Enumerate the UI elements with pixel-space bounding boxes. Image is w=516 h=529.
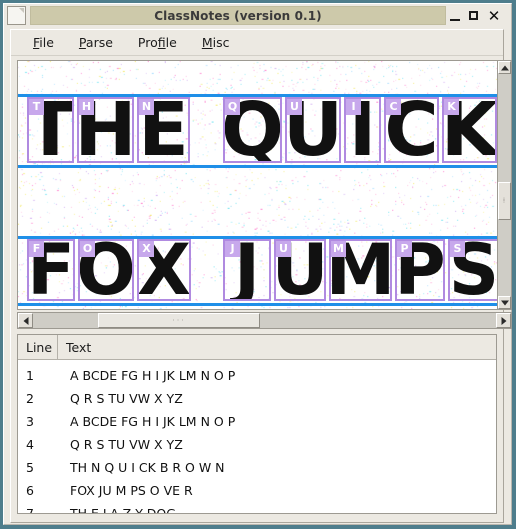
vertical-scrollbar-thumb[interactable]: ⁞ — [498, 182, 511, 220]
cell-line-number: 2 — [26, 391, 34, 406]
glyph-recognition-label: X — [139, 241, 154, 257]
cell-line-number: 4 — [26, 437, 34, 452]
image-horizontal-scrollbar[interactable]: ··· — [17, 312, 512, 329]
cell-recognized-text: TH N Q U I CK B R O W N — [70, 460, 225, 475]
application-window: ClassNotes (version 0.1) ✕ File Parse Pr… — [0, 0, 516, 529]
scroll-right-arrow-button[interactable] — [496, 313, 511, 328]
scroll-up-arrow-button[interactable] — [498, 61, 511, 74]
menu-item-misc[interactable]: Misc — [194, 32, 238, 53]
column-header-line[interactable]: Line — [18, 335, 58, 359]
cell-recognized-text: A BCDE FG H I JK LM N O P — [70, 414, 236, 429]
glyph-bounding-box[interactable]: CC — [384, 97, 439, 163]
cell-recognized-text: TH E LA Z Y DOG — [70, 506, 176, 514]
glyph-recognition-label: U — [287, 99, 302, 115]
scroll-left-arrow-icon — [23, 316, 28, 325]
glyph-bounding-box[interactable]: UU — [274, 239, 326, 301]
close-button[interactable]: ✕ — [487, 8, 501, 23]
cell-line-number: 3 — [26, 414, 34, 429]
menu-label-profile-a: Pro — [137, 35, 158, 50]
cell-line-number: 6 — [26, 483, 34, 498]
glyph-recognition-label: O — [80, 241, 95, 257]
scroll-left-arrow-button[interactable] — [18, 313, 33, 328]
glyph-bounding-box[interactable]: OO — [78, 239, 134, 301]
title-bar[interactable]: ClassNotes (version 0.1) ✕ — [5, 5, 507, 26]
text-baseline — [18, 303, 497, 306]
table-row[interactable]: 3 A BCDE FG H I JK LM N O P — [18, 410, 496, 433]
table-row[interactable]: 5 TH N Q U I CK B R O W N — [18, 456, 496, 479]
table-row[interactable]: 6 FOX JU M PS O VE R — [18, 479, 496, 502]
glyph-recognition-label: P — [397, 241, 412, 257]
glyph-bounding-box[interactable]: UU — [285, 97, 341, 163]
glyph-bounding-box[interactable]: KK — [442, 97, 497, 163]
menu-label-profile-b: ile — [165, 35, 177, 50]
glyph-bounding-box[interactable]: PP — [395, 239, 445, 301]
scroll-down-arrow-icon — [500, 300, 509, 305]
menu-bar: File Parse Profile Misc — [11, 30, 503, 56]
menu-label-misc: isc — [212, 35, 230, 50]
glyph-bounding-box[interactable]: TT — [27, 97, 74, 163]
menu-item-profile[interactable]: Profile — [130, 32, 185, 53]
recognized-text-table[interactable]: Line Text 1 A BCDE FG H I JK LM N O P 2 Q R… — [17, 334, 497, 514]
glyph-recognition-label: Q — [225, 99, 240, 115]
table-row[interactable]: 1 A BCDE FG H I JK LM N O P — [18, 364, 496, 387]
scanned-image-canvas: TTHHENQQUUIICCKKFFOOXXJJUUMMPPSS — [18, 61, 497, 309]
glyph-recognition-label: K — [444, 99, 459, 115]
horizontal-scrollbar-thumb[interactable]: ··· — [98, 313, 260, 328]
glyph-recognition-label: M — [331, 241, 346, 257]
glyph-bounding-box[interactable]: XX — [137, 239, 191, 301]
scrollbar-grip-icon: ··· — [172, 315, 186, 325]
glyph-bounding-box[interactable]: EN — [137, 97, 190, 163]
text-baseline — [18, 165, 497, 168]
cell-recognized-text: FOX JU M PS O VE R — [70, 483, 193, 498]
cell-line-number: 7 — [26, 506, 34, 514]
document-icon — [7, 6, 26, 25]
glyph-bounding-box[interactable]: MM — [329, 239, 392, 301]
glyph-recognition-label: J — [225, 241, 240, 257]
glyph-recognition-label: H — [79, 99, 94, 115]
window-title: ClassNotes (version 0.1) — [154, 8, 322, 23]
glyph-bounding-box[interactable]: II — [344, 97, 381, 163]
cell-line-number: 1 — [26, 368, 34, 383]
table-row[interactable]: 4 Q R S TU VW X YZ — [18, 433, 496, 456]
scroll-right-arrow-icon — [501, 316, 506, 325]
glyph-recognition-label: U — [276, 241, 291, 257]
menu-label-parse: arse — [85, 35, 113, 50]
table-body: 1 A BCDE FG H I JK LM N O P 2 Q R S TU VW X… — [18, 360, 496, 514]
glyph-recognition-label: I — [346, 99, 361, 115]
glyph-bounding-box[interactable]: QQ — [223, 97, 282, 163]
table-row[interactable]: 2 Q R S TU VW X YZ — [18, 387, 496, 410]
scanned-image-pane[interactable]: TTHHENQQUUIICCKKFFOOXXJJUUMMPPSS — [17, 60, 497, 310]
glyph-bounding-box[interactable]: FF — [27, 239, 75, 301]
cell-line-number: 5 — [26, 460, 34, 475]
menu-item-file[interactable]: File — [25, 32, 62, 53]
cell-recognized-text: Q R S TU VW X YZ — [70, 437, 183, 452]
scroll-down-arrow-button[interactable] — [498, 296, 511, 309]
table-header-row: Line Text — [18, 335, 496, 360]
scrollbar-grip-icon: ⁞ — [502, 196, 507, 205]
title-bar-background: ClassNotes (version 0.1) — [30, 6, 446, 25]
client-area: File Parse Profile Misc TTHHENQQUUIICCKK… — [10, 29, 512, 523]
scroll-up-arrow-icon — [500, 65, 509, 70]
glyph-bounding-box[interactable]: SS — [448, 239, 497, 301]
table-row[interactable]: 7 TH E LA Z Y DOG — [18, 502, 496, 514]
glyph-recognition-label: S — [450, 241, 465, 257]
glyph-recognition-label: T — [29, 99, 44, 115]
column-header-text[interactable]: Text — [58, 335, 496, 359]
menu-label-file: ile — [39, 35, 54, 50]
minimize-button[interactable] — [449, 9, 461, 23]
window-controls: ✕ — [449, 8, 507, 23]
glyph-bounding-box[interactable]: HH — [77, 97, 134, 163]
glyph-recognition-label: F — [29, 241, 44, 257]
glyph-recognition-label: N — [139, 99, 154, 115]
glyph-bounding-box[interactable]: JJ — [223, 239, 271, 301]
cell-recognized-text: A BCDE FG H I JK LM N O P — [70, 368, 236, 383]
cell-recognized-text: Q R S TU VW X YZ — [70, 391, 183, 406]
maximize-button[interactable] — [468, 9, 480, 23]
menu-item-parse[interactable]: Parse — [71, 32, 121, 53]
glyph-recognition-label: C — [386, 99, 401, 115]
image-vertical-scrollbar[interactable]: ⁞ — [497, 60, 512, 310]
